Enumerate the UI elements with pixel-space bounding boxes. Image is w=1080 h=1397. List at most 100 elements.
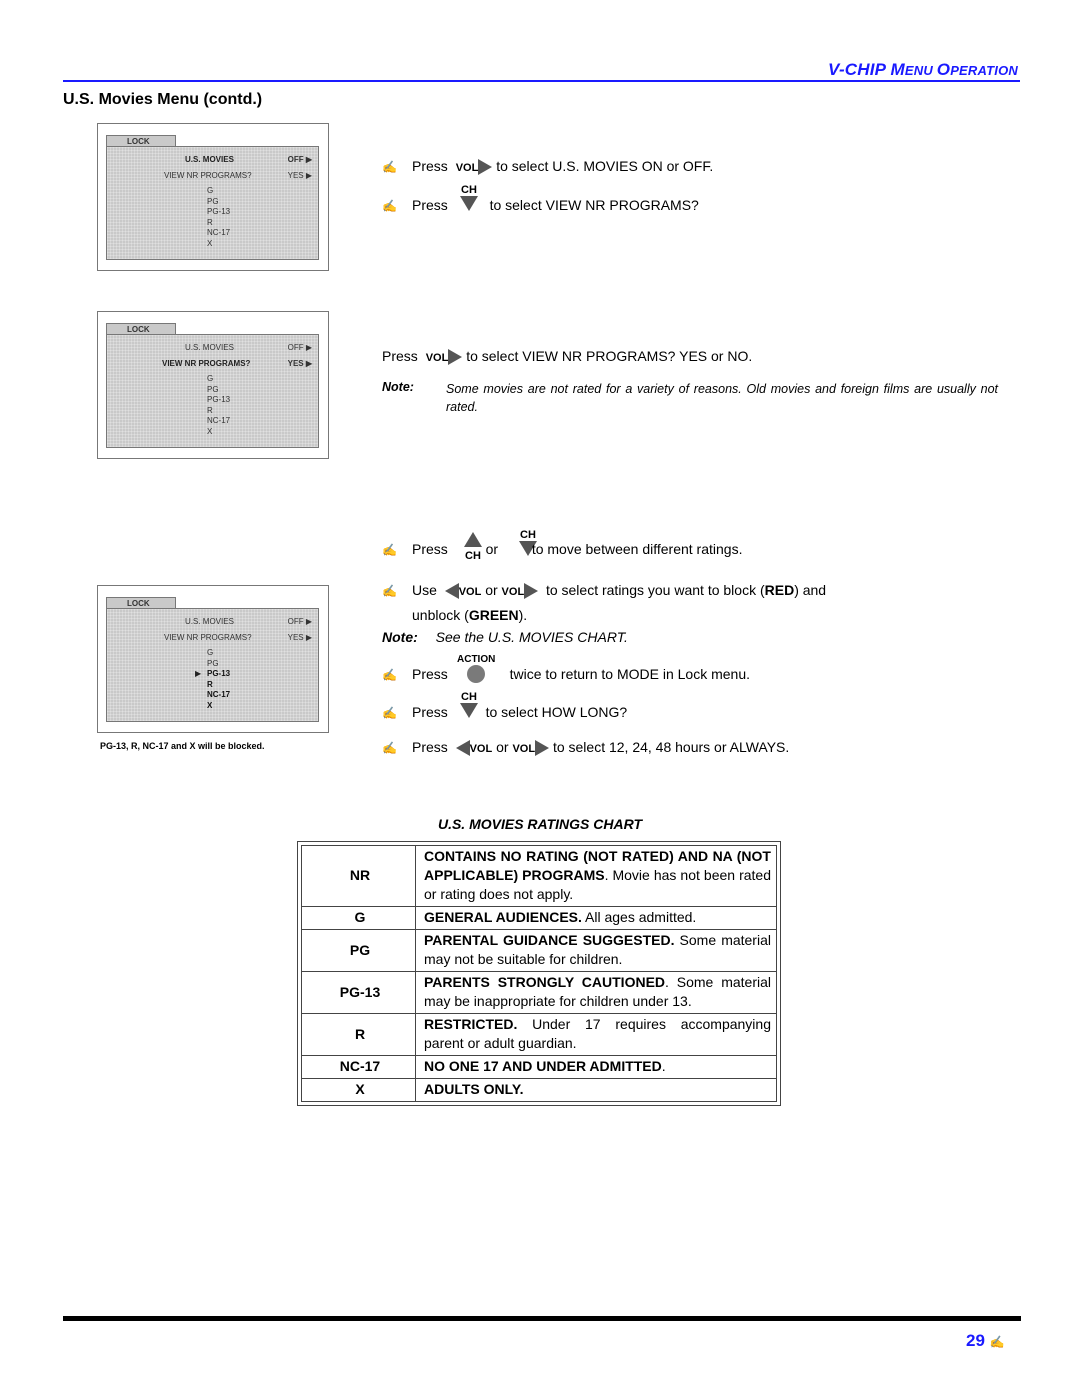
vol-key-label: VOL — [501, 586, 525, 598]
use-text: Use — [412, 582, 437, 598]
step-text: to select VIEW NR PROGRAMS? YES or NO. — [466, 348, 753, 364]
vol-left-arrow-icon — [455, 740, 470, 757]
or-text: or — [496, 739, 509, 755]
menu-panel: U.S. MOVIES OFF ▶ VIEW NR PROGRAMS? YES … — [106, 146, 319, 260]
rating-item: G — [207, 374, 214, 383]
press-text: Press — [412, 197, 448, 213]
press-text: Press — [412, 158, 448, 174]
rating-description: PARENTAL GUIDANCE SUGGESTED. Some materi… — [415, 929, 777, 972]
instruction-step-7: ✍ Press to select HOW LONG? — [382, 704, 627, 720]
press-text: Press — [412, 739, 448, 755]
instruction-step-1: ✍ Press VOL to select U.S. MOVIES ON or O… — [382, 158, 713, 176]
rating-title: GENERAL AUDIENCES. — [424, 909, 582, 925]
vol-right-arrow-icon — [478, 159, 493, 176]
rating-title: ADULTS ONLY. — [424, 1081, 524, 1097]
rating-code: X — [301, 1078, 416, 1102]
rating-description: RESTRICTED. Under 17 requires accompanyi… — [415, 1013, 777, 1056]
section-title-part: M — [890, 60, 905, 79]
rating-text: All ages admitted. — [581, 909, 697, 925]
menu-value-view-nr: YES ▶ — [287, 359, 312, 368]
ratings-list: G PG PG-13 R NC-17 X — [207, 186, 230, 249]
rating-item: G — [207, 648, 214, 657]
section-title-part: HIP — [857, 60, 891, 79]
menu-value-view-nr: YES ▶ — [287, 171, 312, 180]
page-heading: U.S. Movies Menu (contd.) — [63, 91, 263, 108]
lock-tab: LOCK — [106, 135, 176, 146]
tv-screen-2: LOCK U.S. MOVIES OFF ▶ VIEW NR PROGRAMS?… — [97, 311, 329, 459]
rating-row: PG-13 PARENTS STRONGLY CAUTIONED. Some ma… — [301, 971, 777, 1014]
section-title-part: PERATION — [950, 63, 1018, 78]
step-text: to move between different ratings. — [531, 541, 743, 557]
menu-item-view-nr: VIEW NR PROGRAMS? — [164, 633, 252, 642]
rating-code: PG — [301, 929, 416, 972]
page-number-text: 29 — [966, 1331, 985, 1350]
ratings-chart: NR CONTAINS NO RATING (NOT RATED) AND NA … — [297, 841, 781, 1106]
rating-row: NR CONTAINS NO RATING (NOT RATED) AND NA … — [301, 845, 777, 907]
header-divider — [63, 80, 1020, 82]
rating-item-blocked: R — [207, 679, 213, 689]
step-text: to select VIEW NR PROGRAMS? — [489, 197, 699, 213]
instruction-step-2: ✍ Press to select VIEW NR PROGRAMS? — [382, 197, 699, 213]
pen-bullet-icon: ✍ — [382, 706, 397, 720]
rating-row: PG PARENTAL GUIDANCE SUGGESTED. Some mate… — [301, 929, 777, 972]
step-text: ) and — [794, 582, 827, 598]
green-label: GREEN — [468, 607, 519, 623]
red-label: RED — [764, 582, 795, 598]
ch-key-label: CH — [520, 529, 536, 541]
section-title-part: ENU — [904, 63, 937, 78]
pen-icon: ✍ — [989, 1335, 1005, 1349]
step-text: twice to return to MODE in Lock menu. — [509, 666, 751, 682]
rating-text: . — [661, 1058, 666, 1074]
lock-tab: LOCK — [106, 323, 176, 334]
press-text: Press — [382, 348, 418, 364]
rating-title: NO ONE 17 AND UNDER ADMITTED — [424, 1058, 662, 1074]
instruction-step-4: ✍ Press or to move between different rati… — [382, 541, 742, 557]
selection-cursor-icon: ▶ — [195, 669, 202, 678]
tv-screen-1: LOCK U.S. MOVIES OFF ▶ VIEW NR PROGRAMS?… — [97, 123, 329, 271]
rating-item: NC-17 — [207, 228, 231, 237]
vol-key-label: VOL — [458, 586, 482, 598]
rating-item: R — [207, 217, 213, 227]
rating-description: NO ONE 17 AND UNDER ADMITTED. — [415, 1055, 777, 1079]
section-title: V-CHIP MENU OPERATION — [640, 60, 1018, 80]
vol-key-label: VOL — [469, 743, 493, 755]
note-text: Some movies are not rated for a variety … — [446, 382, 998, 414]
vol-right-arrow-icon — [524, 583, 539, 600]
press-text: Press — [412, 666, 448, 682]
ch-key-label: CH — [461, 184, 477, 196]
rating-item: R — [207, 405, 213, 415]
note-label: Note: — [382, 380, 414, 394]
instruction-step-3: Press VOL to select VIEW NR PROGRAMS? YE… — [382, 348, 753, 366]
footer-divider — [63, 1316, 1021, 1321]
ratings-chart-title: U.S. MOVIES RATINGS CHART — [437, 816, 643, 832]
pen-bullet-icon: ✍ — [382, 160, 397, 174]
menu-item-us-movies: U.S. MOVIES — [185, 617, 234, 626]
rating-item: PG — [207, 196, 219, 206]
rating-title: PARENTAL GUIDANCE SUGGESTED. — [424, 932, 675, 948]
menu-value-us-movies: OFF ▶ — [287, 343, 312, 352]
ratings-list: G PG PG-13 R NC-17 X — [207, 374, 230, 437]
rating-item: PG — [207, 384, 219, 394]
rating-item-blocked: NC-17 — [207, 690, 231, 699]
section-title-part: V-C — [828, 60, 858, 79]
or-text: or — [485, 541, 499, 557]
pen-bullet-icon: ✍ — [382, 741, 397, 755]
rating-description: PARENTS STRONGLY CAUTIONED. Some materia… — [415, 971, 777, 1014]
vol-key-label: VOL — [512, 743, 536, 755]
rating-code: NR — [301, 845, 416, 907]
menu-value-us-movies: OFF ▶ — [287, 617, 312, 626]
or-text: or — [485, 582, 498, 598]
rating-code: R — [301, 1013, 416, 1056]
rating-code: PG-13 — [301, 971, 416, 1014]
pen-bullet-icon: ✍ — [382, 543, 397, 557]
vol-right-arrow-icon — [448, 349, 463, 366]
menu-item-us-movies: U.S. MOVIES — [185, 343, 234, 352]
note-1: Note: Some movies are not rated for a va… — [382, 380, 998, 416]
note-text: See the U.S. MOVIES CHART. — [435, 629, 628, 645]
menu-item-us-movies: U.S. MOVIES — [185, 155, 234, 164]
rating-code: NC-17 — [301, 1055, 416, 1079]
ch-key-label: CH — [461, 691, 477, 703]
step-text: to select HOW LONG? — [485, 704, 628, 720]
press-text: Press — [412, 704, 448, 720]
rating-item: PG-13 — [207, 395, 231, 404]
